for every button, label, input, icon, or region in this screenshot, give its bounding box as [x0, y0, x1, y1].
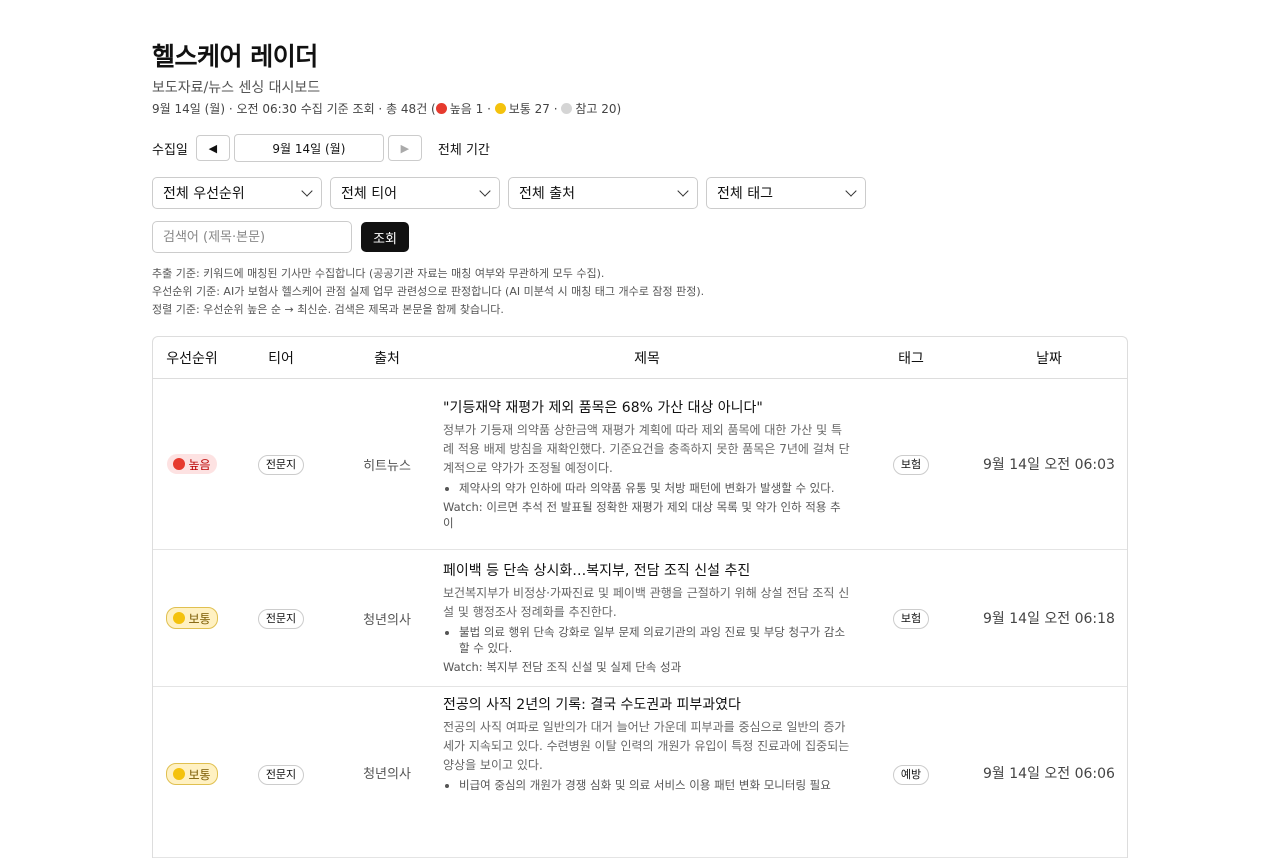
search-input[interactable]: [152, 221, 352, 253]
next-date-button[interactable]: ▶: [387, 135, 422, 161]
article-implication: 불법 의료 행위 단속 강화로 일부 문제 의료기관의 과잉 진료 및 부당 청…: [459, 624, 851, 656]
article-title[interactable]: 페이백 등 단속 상시화…복지부, 전담 조직 신설 추진: [443, 561, 851, 581]
note-sort: 정렬 기준: 우선순위 높은 순 → 최신순. 검색은 제목과 본문을 함께 찾…: [152, 303, 504, 316]
red-circle-icon: [173, 458, 186, 470]
collection-summary: 9월 14일 (월) · 오전 06:30 수집 기준 조회 · 총 48건 (…: [152, 100, 1128, 118]
source-filter[interactable]: 전체 출처: [508, 177, 698, 209]
date-label: 수집일: [152, 142, 188, 158]
tier-badge: 전문지: [257, 765, 305, 785]
article-cell: "기등재약 재평가 제외 품목은 68% 가산 대상 아니다" 정부가 기등재 …: [443, 390, 851, 539]
col-source[interactable]: 출처: [331, 348, 443, 368]
yellow-circle-icon: [173, 612, 186, 624]
priority-label: 보통: [188, 767, 211, 782]
tag-badge: 예방: [892, 765, 930, 785]
table-row[interactable]: 보통 전문지 청년의사 전공의 사직 2년의 기록: 결국 수도권과 피부과였다…: [153, 687, 1127, 858]
dashboard-header: 헬스케어 레이더 보도자료/뉴스 센싱 대시보드 9월 14일 (월) · 오전…: [152, 40, 1128, 319]
article-cell: 전공의 사직 2년의 기록: 결국 수도권과 피부과였다 전공의 사직 여파로 …: [443, 687, 851, 801]
summary-sep: ·: [483, 102, 495, 116]
date-navigator: 수집일 ◀ 9월 14일 (월) ▶ 전체 기간: [152, 134, 1128, 162]
summary-high: 높음 1: [449, 102, 484, 116]
date-cell: 9월 14일 오전 06:03: [983, 457, 1115, 473]
tag-badge: 보험: [892, 455, 930, 475]
date-picker[interactable]: 9월 14일 (월): [233, 134, 384, 162]
tier-filter[interactable]: 전체 티어: [330, 177, 500, 209]
chevron-down-icon: [677, 185, 689, 197]
priority-label: 높음: [188, 457, 211, 472]
article-summary: 보건복지부가 비정상·가짜진료 및 페이백 관행을 근절하기 위해 상설 전담 …: [443, 586, 850, 619]
col-tag[interactable]: 태그: [851, 348, 971, 368]
table-row[interactable]: 보통 전문지 청년의사 페이백 등 단속 상시화…복지부, 전담 조직 신설 추…: [153, 550, 1127, 687]
tier-filter-value: 전체 티어: [341, 186, 397, 202]
page-subtitle: 보도자료/뉴스 센싱 대시보드: [152, 80, 321, 96]
article-title[interactable]: "기등재약 재평가 제외 품목은 68% 가산 대상 아니다": [443, 398, 851, 418]
prev-date-button[interactable]: ◀: [195, 135, 230, 161]
source-cell: 청년의사: [363, 612, 411, 628]
filter-bar: 전체 우선순위 전체 티어 전체 출처 전체 태그: [152, 177, 1128, 209]
yellow-circle-icon: [494, 103, 506, 114]
col-date[interactable]: 날짜: [971, 348, 1127, 368]
criteria-notes: 추출 기준: 키워드에 매칭된 기사만 수집합니다 (공공기관 자료는 매칭 여…: [152, 265, 1128, 319]
col-tier[interactable]: 티어: [231, 348, 331, 368]
source-cell: 청년의사: [363, 767, 411, 782]
tag-filter-value: 전체 태그: [717, 186, 773, 202]
search-row: 조회: [152, 221, 1128, 253]
priority-badge-medium: 보통: [166, 763, 218, 785]
col-title[interactable]: 제목: [443, 348, 851, 368]
table-row[interactable]: 높음 전문지 히트뉴스 "기등재약 재평가 제외 품목은 68% 가산 대상 아…: [153, 379, 1127, 550]
article-cell: 페이백 등 단속 상시화…복지부, 전담 조직 신설 추진 보건복지부가 비정상…: [443, 553, 851, 683]
chevron-down-icon: [845, 185, 857, 197]
priority-filter-value: 전체 우선순위: [163, 186, 245, 202]
note-extraction: 추출 기준: 키워드에 매칭된 기사만 수집합니다 (공공기관 자료는 매칭 여…: [152, 267, 605, 280]
news-table: 우선순위 티어 출처 제목 태그 날짜 높음 전문지 히트뉴스 "기등재약 재평…: [152, 336, 1128, 858]
summary-mid: 보통 27: [508, 102, 550, 116]
chevron-down-icon: [301, 185, 313, 197]
priority-badge-high: 높음: [167, 454, 217, 474]
article-summary: 정부가 기등재 의약품 상한금액 재평가 계획에 따라 제외 품목에 대한 가산…: [443, 422, 850, 475]
yellow-circle-icon: [173, 768, 186, 780]
article-watch: Watch: 복지부 전담 조직 신설 및 실제 단속 성과: [443, 660, 682, 674]
summary-sep: ·: [549, 102, 562, 116]
article-watch: Watch: 이르면 추석 전 발표될 정확한 재평가 제외 대상 목록 및 약…: [443, 499, 841, 530]
tier-badge: 전문지: [257, 455, 305, 475]
tag-badge: 보험: [892, 609, 930, 629]
red-circle-icon: [435, 103, 447, 114]
note-priority: 우선순위 기준: AI가 보험사 헬스케어 관점 실제 업무 관련성으로 판정합…: [152, 285, 705, 298]
tag-filter[interactable]: 전체 태그: [706, 177, 866, 209]
priority-label: 보통: [188, 611, 211, 626]
article-implication: 비급여 중심의 개원가 경쟁 심화 및 의료 서비스 이용 패턴 변화 모니터링…: [459, 777, 851, 793]
source-filter-value: 전체 출처: [519, 186, 575, 202]
chevron-down-icon: [479, 185, 491, 197]
priority-badge-medium: 보통: [166, 607, 218, 629]
tier-badge: 전문지: [257, 609, 305, 629]
all-period-link[interactable]: 전체 기간: [438, 139, 490, 158]
summary-ref: 참고 20): [575, 102, 622, 116]
col-priority[interactable]: 우선순위: [153, 348, 231, 368]
date-cell: 9월 14일 오전 06:06: [983, 766, 1115, 782]
date-cell: 9월 14일 오전 06:18: [983, 611, 1115, 627]
white-circle-icon: [561, 103, 573, 114]
article-implication: 제약사의 약가 인하에 따라 의약품 유통 및 처방 패턴에 변화가 발생할 수…: [459, 480, 851, 496]
page-title: 헬스케어 레이더: [152, 42, 318, 71]
source-cell: 히트뉴스: [363, 458, 411, 474]
priority-filter[interactable]: 전체 우선순위: [152, 177, 322, 209]
summary-prefix: 9월 14일 (월) · 오전 06:30 수집 기준 조회 · 총 48건 (: [152, 102, 436, 116]
article-title[interactable]: 전공의 사직 2년의 기록: 결국 수도권과 피부과였다: [443, 695, 851, 715]
table-header: 우선순위 티어 출처 제목 태그 날짜: [153, 337, 1127, 379]
article-summary: 전공의 사직 여파로 일반의가 대거 늘어난 가운데 피부과를 중심으로 일반의…: [443, 720, 850, 772]
query-button[interactable]: 조회: [361, 222, 409, 252]
